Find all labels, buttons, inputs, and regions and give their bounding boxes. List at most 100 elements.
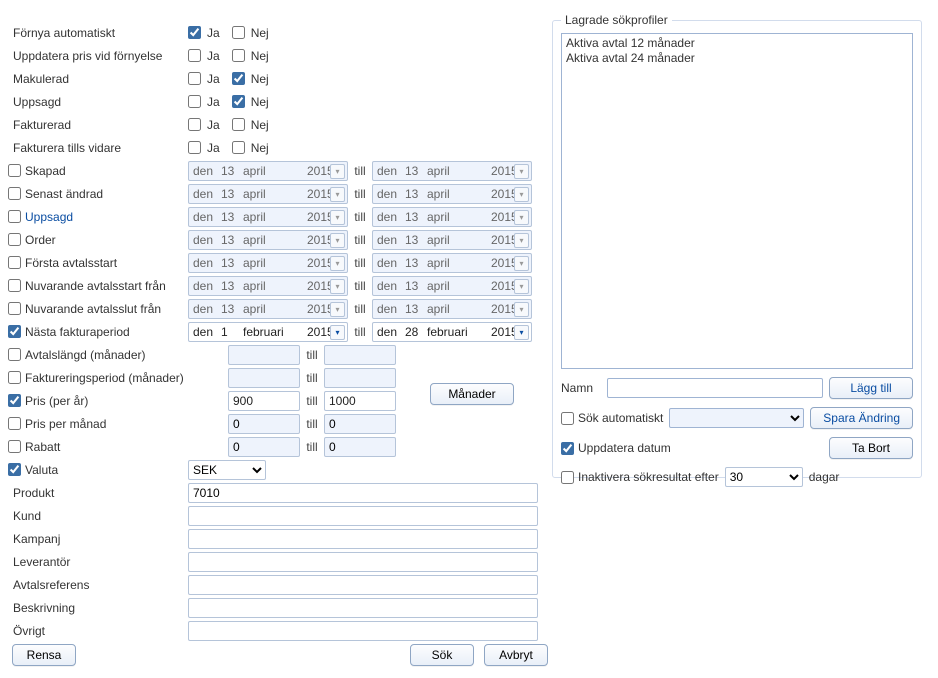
valuta-select[interactable]: SEK [188, 460, 266, 480]
cancelled-no-checkbox[interactable] [232, 72, 245, 85]
calendar-icon[interactable]: ▾ [330, 256, 345, 271]
date-first_start-label: Första avtalsstart [25, 256, 117, 270]
inactivate-days-select[interactable]: 30 [725, 467, 803, 487]
calendar-icon[interactable]: ▾ [330, 325, 345, 340]
date-cur_end-checkbox[interactable] [8, 302, 21, 315]
search-auto-select[interactable] [669, 408, 804, 428]
num-pris_man-from[interactable] [228, 414, 300, 434]
date-terminated_date-to[interactable]: den13april2015 ▾ [372, 207, 532, 227]
profiles-listbox[interactable]: Aktiva avtal 12 månader Aktiva avtal 24 … [561, 33, 913, 369]
date-next_inv-checkbox[interactable] [8, 325, 21, 338]
cancelled-yes-checkbox[interactable] [188, 72, 201, 85]
auto-renew-yes-label: Ja [207, 26, 220, 40]
calendar-icon[interactable]: ▾ [330, 210, 345, 225]
num-pris_ar-from[interactable] [228, 391, 300, 411]
calendar-icon[interactable]: ▾ [514, 164, 529, 179]
num-rabatt-checkbox[interactable] [8, 440, 21, 453]
date-first_start-checkbox[interactable] [8, 256, 21, 269]
num-pris_ar-to[interactable] [324, 391, 396, 411]
calendar-icon[interactable]: ▾ [330, 279, 345, 294]
num-avtalslangd-to[interactable] [324, 345, 396, 365]
profile-item[interactable]: Aktiva avtal 24 månader [564, 51, 910, 66]
calendar-icon[interactable]: ▾ [514, 302, 529, 317]
update-price-no-checkbox[interactable] [232, 49, 245, 62]
date-cur_start-from[interactable]: den13april2015 ▾ [188, 276, 348, 296]
txt-beskrivning-input[interactable] [188, 598, 538, 618]
date-first_start-to[interactable]: den13april2015 ▾ [372, 253, 532, 273]
num-faktperiod-checkbox[interactable] [8, 371, 21, 384]
calendar-icon[interactable]: ▾ [514, 279, 529, 294]
add-profile-button[interactable]: Lägg till [829, 377, 913, 399]
calendar-icon[interactable]: ▾ [514, 210, 529, 225]
date-terminated_date-checkbox[interactable] [8, 210, 21, 223]
delete-profile-button[interactable]: Ta Bort [829, 437, 913, 459]
calendar-icon[interactable]: ▾ [330, 187, 345, 202]
date-created-checkbox[interactable] [8, 164, 21, 177]
date-terminated_date-from[interactable]: den13april2015 ▾ [188, 207, 348, 227]
date-order-checkbox[interactable] [8, 233, 21, 246]
date-cur_end-label: Nuvarande avtalsslut från [25, 302, 161, 316]
inactivate-label: Inaktivera sökresultat efter [578, 470, 719, 484]
calendar-icon[interactable]: ▾ [514, 325, 529, 340]
auto-renew-no-checkbox[interactable] [232, 26, 245, 39]
txt-kampanj-input[interactable] [188, 529, 538, 549]
terminated-no-checkbox[interactable] [232, 95, 245, 108]
clear-button[interactable]: Rensa [12, 644, 76, 666]
search-button[interactable]: Sök [410, 644, 474, 666]
calendar-icon[interactable]: ▾ [330, 233, 345, 248]
invoiced-yes-checkbox[interactable] [188, 118, 201, 131]
txt-kampanj-label: Kampanj [8, 532, 60, 546]
num-pris_man-label: Pris per månad [25, 417, 106, 431]
date-order-from[interactable]: den13april2015 ▾ [188, 230, 348, 250]
date-modified-from[interactable]: den13april2015 ▾ [188, 184, 348, 204]
auto-renew-label: Förnya automatiskt [8, 26, 115, 40]
till-label: till [348, 164, 372, 178]
valuta-checkbox[interactable] [8, 463, 21, 476]
date-cur_end-from[interactable]: den13april2015 ▾ [188, 299, 348, 319]
date-modified-to[interactable]: den13april2015 ▾ [372, 184, 532, 204]
date-cur_start-to[interactable]: den13april2015 ▾ [372, 276, 532, 296]
date-cur_start-checkbox[interactable] [8, 279, 21, 292]
calendar-icon[interactable]: ▾ [330, 164, 345, 179]
invoice-until-yes-checkbox[interactable] [188, 141, 201, 154]
num-rabatt-to[interactable] [324, 437, 396, 457]
calendar-icon[interactable]: ▾ [330, 302, 345, 317]
date-cur_end-to[interactable]: den13april2015 ▾ [372, 299, 532, 319]
auto-renew-yes-checkbox[interactable] [188, 26, 201, 39]
profile-name-input[interactable] [607, 378, 823, 398]
date-created-from[interactable]: den13april2015 ▾ [188, 161, 348, 181]
date-order-to[interactable]: den13april2015 ▾ [372, 230, 532, 250]
profile-item[interactable]: Aktiva avtal 12 månader [564, 36, 910, 51]
date-modified-checkbox[interactable] [8, 187, 21, 200]
invoice-until-no-checkbox[interactable] [232, 141, 245, 154]
num-pris_man-to[interactable] [324, 414, 396, 434]
calendar-icon[interactable]: ▾ [514, 233, 529, 248]
update-price-yes-checkbox[interactable] [188, 49, 201, 62]
num-pris_ar-checkbox[interactable] [8, 394, 21, 407]
num-rabatt-from[interactable] [228, 437, 300, 457]
months-button[interactable]: Månader [430, 383, 514, 405]
txt-kund-input[interactable] [188, 506, 538, 526]
num-avtalslangd-from[interactable] [228, 345, 300, 365]
update-date-checkbox[interactable] [561, 442, 574, 455]
txt-ovrigt-input[interactable] [188, 621, 538, 641]
num-faktperiod-to[interactable] [324, 368, 396, 388]
num-avtalslangd-checkbox[interactable] [8, 348, 21, 361]
num-faktperiod-from[interactable] [228, 368, 300, 388]
txt-produkt-input[interactable] [188, 483, 538, 503]
search-auto-checkbox[interactable] [561, 412, 574, 425]
save-profile-button[interactable]: Spara Ändring [810, 407, 913, 429]
date-created-to[interactable]: den13april2015 ▾ [372, 161, 532, 181]
date-first_start-from[interactable]: den13april2015 ▾ [188, 253, 348, 273]
terminated-yes-checkbox[interactable] [188, 95, 201, 108]
num-pris_man-checkbox[interactable] [8, 417, 21, 430]
txt-avtalsref-input[interactable] [188, 575, 538, 595]
calendar-icon[interactable]: ▾ [514, 256, 529, 271]
inactivate-checkbox[interactable] [561, 471, 574, 484]
cancel-button[interactable]: Avbryt [484, 644, 548, 666]
date-next_inv-to[interactable]: den28februari2015 ▾ [372, 322, 532, 342]
date-next_inv-from[interactable]: den1februari2015 ▾ [188, 322, 348, 342]
invoiced-no-checkbox[interactable] [232, 118, 245, 131]
calendar-icon[interactable]: ▾ [514, 187, 529, 202]
txt-leverantor-input[interactable] [188, 552, 538, 572]
